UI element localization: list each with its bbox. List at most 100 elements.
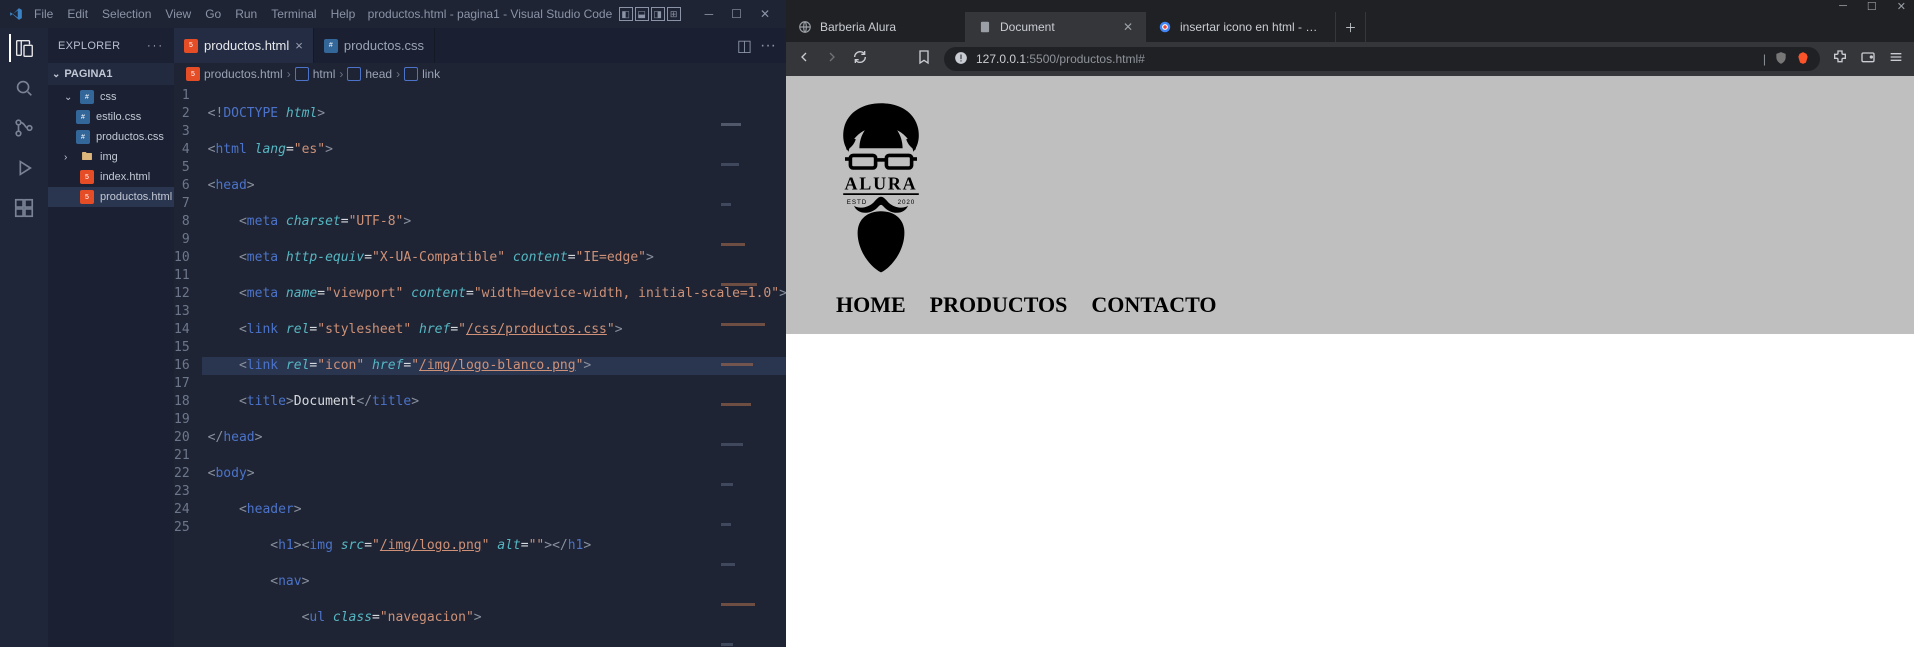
menu-selection[interactable]: Selection: [96, 5, 157, 23]
menu-file[interactable]: File: [28, 5, 59, 23]
editor-tabs: 5 productos.html × # productos.css ◫ ···: [174, 28, 786, 63]
tag-icon: [347, 67, 361, 81]
file-tree: ⌄ # css # estilo.css # productos.css ›: [48, 85, 174, 209]
tree-file-productos-css[interactable]: # productos.css: [48, 127, 174, 147]
url-path: :5500/productos.html#: [1026, 52, 1145, 66]
minimize-icon[interactable]: ─: [1839, 0, 1847, 12]
browser-tab-2[interactable]: Document ✕: [966, 12, 1146, 42]
new-tab-button[interactable]: ＋: [1336, 12, 1366, 42]
tab-label: Document: [1000, 20, 1115, 34]
nav-contacto[interactable]: CONTACTO: [1091, 292, 1216, 318]
minimize-icon[interactable]: ─: [697, 7, 722, 21]
page-logo: ALURA ESTD 2020: [826, 96, 936, 276]
wallet-icon[interactable]: [1860, 49, 1876, 70]
breadcrumb-head[interactable]: head: [365, 67, 392, 81]
reload-icon[interactable]: [852, 49, 868, 70]
tabs-actions: ◫ ···: [727, 28, 786, 63]
sidebar-more-icon[interactable]: ···: [147, 40, 164, 52]
html-file-icon: 5: [186, 67, 200, 81]
layout-bottom-icon[interactable]: ⬓: [635, 7, 649, 21]
vscode-title-bar: File Edit Selection View Go Run Terminal…: [0, 0, 786, 28]
explorer-icon[interactable]: [9, 34, 37, 62]
editor[interactable]: 1234567891011121314151617181920212223242…: [174, 85, 786, 647]
menu-view[interactable]: View: [159, 5, 197, 23]
tree-file-estilo[interactable]: # estilo.css: [48, 107, 174, 127]
tree-label: css: [100, 91, 117, 103]
nav-productos[interactable]: PRODUCTOS: [930, 292, 1068, 318]
tree-label: index.html: [100, 171, 150, 183]
html-file-icon: 5: [80, 170, 94, 184]
menu-go[interactable]: Go: [199, 5, 227, 23]
tab-label: insertar icono en html - Buscar con: [1180, 20, 1323, 34]
svg-text:ESTD: ESTD: [847, 199, 867, 206]
bookmark-icon[interactable]: [916, 49, 932, 70]
more-actions-icon[interactable]: ···: [760, 37, 776, 55]
tab-close-icon[interactable]: ✕: [1123, 20, 1133, 34]
menu-run[interactable]: Run: [229, 5, 263, 23]
tab-close-icon[interactable]: ×: [295, 38, 303, 53]
brave-icon[interactable]: [1796, 51, 1810, 68]
minimap[interactable]: [721, 87, 781, 227]
shield-icon[interactable]: [1774, 51, 1788, 68]
browser-titlebar: ─ ☐ ✕: [786, 0, 1914, 12]
activity-bar: [0, 28, 48, 647]
scm-icon[interactable]: [10, 114, 38, 142]
address-bar[interactable]: 127.0.0.1:5500/productos.html# |: [944, 47, 1820, 71]
tag-icon: [295, 67, 309, 81]
chevron-right-icon: ›: [287, 67, 291, 81]
nav-home[interactable]: HOME: [836, 292, 906, 318]
breadcrumb-link[interactable]: link: [422, 67, 440, 81]
code-content[interactable]: <!DOCTYPE html> <html lang="es"> <head> …: [202, 85, 786, 647]
tab-productos-css[interactable]: # productos.css: [314, 28, 435, 63]
tree-folder-img[interactable]: › 🖿 img: [48, 147, 174, 167]
tab-label: Barberia Alura: [820, 20, 953, 34]
sidebar-header: EXPLORER ···: [48, 28, 174, 63]
page-nav: HOME PRODUCTOS CONTACTO: [826, 276, 1874, 324]
tag-icon: [404, 67, 418, 81]
debug-icon[interactable]: [10, 154, 38, 182]
breadcrumb[interactable]: 5 productos.html › html › head › link: [174, 63, 786, 85]
tree-label: productos.html: [100, 191, 172, 203]
svg-text:ALURA: ALURA: [844, 174, 917, 194]
folder-root-label: PAGINA1: [64, 68, 112, 80]
browser-tab-3[interactable]: insertar icono en html - Buscar con: [1146, 12, 1336, 42]
breadcrumb-html[interactable]: html: [313, 67, 336, 81]
menu-icon[interactable]: [1888, 49, 1904, 70]
maximize-icon[interactable]: ☐: [1867, 0, 1877, 13]
extensions-puzzle-icon[interactable]: [1832, 49, 1848, 70]
breadcrumb-file[interactable]: productos.html: [204, 67, 283, 81]
tree-folder-css[interactable]: ⌄ # css: [48, 87, 174, 107]
layout-icons: ◧ ⬓ ◨ ⊞: [619, 7, 681, 21]
page-icon: [978, 20, 992, 34]
search-activity-icon[interactable]: [10, 74, 38, 102]
forward-icon[interactable]: [824, 49, 840, 70]
back-icon[interactable]: [796, 49, 812, 70]
extensions-icon[interactable]: [10, 194, 38, 222]
maximize-icon[interactable]: ☐: [723, 7, 750, 21]
line-number-gutter: 1234567891011121314151617181920212223242…: [174, 85, 202, 647]
tab-label: productos.css: [344, 38, 424, 53]
layout-right-icon[interactable]: ◨: [651, 7, 665, 21]
globe-icon: [798, 20, 812, 34]
close-icon[interactable]: ✕: [1897, 0, 1906, 13]
chevron-right-icon: ›: [339, 67, 343, 81]
menu-help[interactable]: Help: [325, 5, 362, 23]
folder-icon: 🖿: [80, 150, 94, 164]
menu-terminal[interactable]: Terminal: [265, 5, 322, 23]
google-icon: [1158, 20, 1172, 34]
chevron-right-icon: ›: [396, 67, 400, 81]
menu-edit[interactable]: Edit: [61, 5, 94, 23]
split-editor-icon[interactable]: ◫: [737, 36, 752, 56]
tree-file-index[interactable]: 5 index.html: [48, 167, 174, 187]
close-icon[interactable]: ✕: [752, 7, 778, 21]
tree-label: productos.css: [96, 131, 164, 143]
window-controls: ─ ☐ ✕: [697, 7, 778, 21]
html-file-icon: 5: [184, 39, 198, 53]
layout-grid-icon[interactable]: ⊞: [667, 7, 681, 21]
layout-left-icon[interactable]: ◧: [619, 7, 633, 21]
browser-toolbar: 127.0.0.1:5500/productos.html# |: [786, 42, 1914, 76]
tab-productos-html[interactable]: 5 productos.html ×: [174, 28, 314, 63]
tree-file-productos-html[interactable]: 5 productos.html: [48, 187, 174, 207]
browser-tab-1[interactable]: Barberia Alura: [786, 12, 966, 42]
folder-root[interactable]: ⌄ PAGINA1: [48, 63, 174, 85]
